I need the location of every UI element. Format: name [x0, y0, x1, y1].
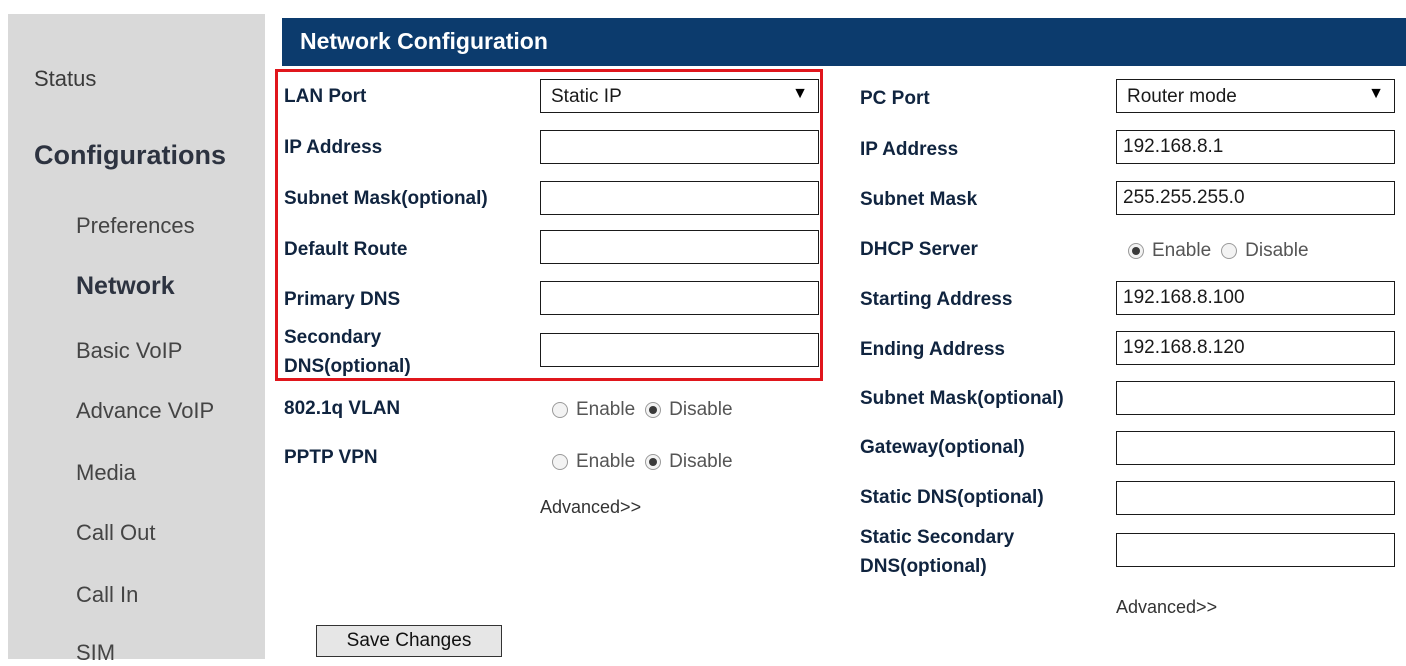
pc-port-value: Router mode [1127, 86, 1237, 107]
gateway-label: Gateway(optional) [860, 437, 1025, 458]
static-secondary-dns-input[interactable] [1116, 533, 1395, 567]
lan-route-label: Default Route [284, 239, 408, 260]
lan-subnet-input[interactable] [540, 181, 819, 215]
pc-ip-label: IP Address [860, 139, 959, 160]
static-secondary-dns-label-line2: DNS(optional) [860, 556, 987, 577]
vlan-enable-radio[interactable] [552, 402, 568, 418]
pptp-radio-group: Enable Disable [552, 451, 743, 473]
lan-ip-label: IP Address [284, 137, 383, 158]
lan-dns2-label-line2: DNS(optional) [284, 356, 411, 377]
lan-dns2-label-line1: Secondary [284, 327, 382, 348]
page-header: Network Configuration [282, 18, 1406, 66]
lan-port-select[interactable]: Static IP ▼ [540, 79, 819, 113]
dhcp-enable-radio[interactable] [1128, 243, 1144, 259]
static-dns-input[interactable] [1116, 481, 1395, 515]
lan-subnet-label: Subnet Mask(optional) [284, 188, 488, 209]
sidebar-section-configurations[interactable]: Configurations [34, 140, 226, 171]
pptp-disable-label: Disable [669, 451, 733, 472]
pptp-enable-label: Enable [576, 451, 636, 472]
dropdown-arrow-icon: ▼ [792, 85, 808, 102]
lan-dns1-label: Primary DNS [284, 289, 401, 310]
sidebar-item-call-out[interactable]: Call Out [76, 520, 155, 546]
start-address-input[interactable] [1116, 281, 1395, 315]
sidebar-item-media[interactable]: Media [76, 460, 136, 486]
sidebar-item-call-in[interactable]: Call In [76, 582, 138, 608]
lan-dns2-input[interactable] [540, 333, 819, 367]
start-address-label: Starting Address [860, 289, 1013, 310]
gateway-input[interactable] [1116, 431, 1395, 465]
save-changes-button[interactable]: Save Changes [316, 625, 502, 657]
pc-subnet-optional-label: Subnet Mask(optional) [860, 388, 1064, 409]
pptp-disable-radio[interactable] [645, 454, 662, 470]
pc-advanced-link[interactable]: Advanced>> [1116, 597, 1217, 618]
pc-subnet-label: Subnet Mask [860, 189, 978, 210]
lan-ip-input[interactable] [540, 130, 819, 164]
dhcp-disable-radio[interactable] [1221, 243, 1238, 259]
vlan-enable-label: Enable [576, 399, 636, 420]
pc-port-select[interactable]: Router mode ▼ [1116, 79, 1395, 113]
pptp-enable-radio[interactable] [552, 454, 568, 470]
end-address-input[interactable] [1116, 331, 1395, 365]
page-title: Network Configuration [300, 28, 548, 54]
dhcp-disable-label: Disable [1245, 240, 1309, 261]
lan-route-input[interactable] [540, 230, 819, 264]
vlan-disable-label: Disable [669, 399, 733, 420]
vlan-disable-radio[interactable] [645, 402, 662, 418]
vlan-label: 802.1q VLAN [284, 398, 401, 419]
pc-ip-input[interactable] [1116, 130, 1395, 164]
dhcp-radio-group: Enable Disable [1128, 240, 1319, 262]
end-address-label: Ending Address [860, 339, 1005, 360]
lan-port-label: LAN Port [284, 86, 367, 107]
pc-subnet-optional-input[interactable] [1116, 381, 1395, 415]
pc-subnet-input[interactable] [1116, 181, 1395, 215]
lan-advanced-link[interactable]: Advanced>> [540, 497, 641, 518]
pc-port-label: PC Port [860, 88, 930, 109]
sidebar-item-basic-voip[interactable]: Basic VoIP [76, 338, 182, 364]
sidebar-item-network[interactable]: Network [76, 272, 175, 301]
sidebar-item-status[interactable]: Status [34, 66, 96, 92]
dhcp-enable-label: Enable [1152, 240, 1212, 261]
static-secondary-dns-label-line1: Static Secondary [860, 527, 1015, 548]
dropdown-arrow-icon: ▼ [1368, 85, 1384, 102]
lan-port-value: Static IP [551, 86, 622, 107]
lan-dns1-input[interactable] [540, 281, 819, 315]
sidebar-item-sim[interactable]: SIM [76, 640, 115, 666]
vlan-radio-group: Enable Disable [552, 399, 743, 421]
static-dns-label: Static DNS(optional) [860, 487, 1044, 508]
dhcp-label: DHCP Server [860, 239, 978, 260]
sidebar-item-advance-voip[interactable]: Advance VoIP [76, 398, 214, 424]
pptp-label: PPTP VPN [284, 447, 378, 468]
sidebar-item-preferences[interactable]: Preferences [76, 213, 195, 239]
sidebar: Status Configurations Preferences Networ… [8, 14, 265, 665]
